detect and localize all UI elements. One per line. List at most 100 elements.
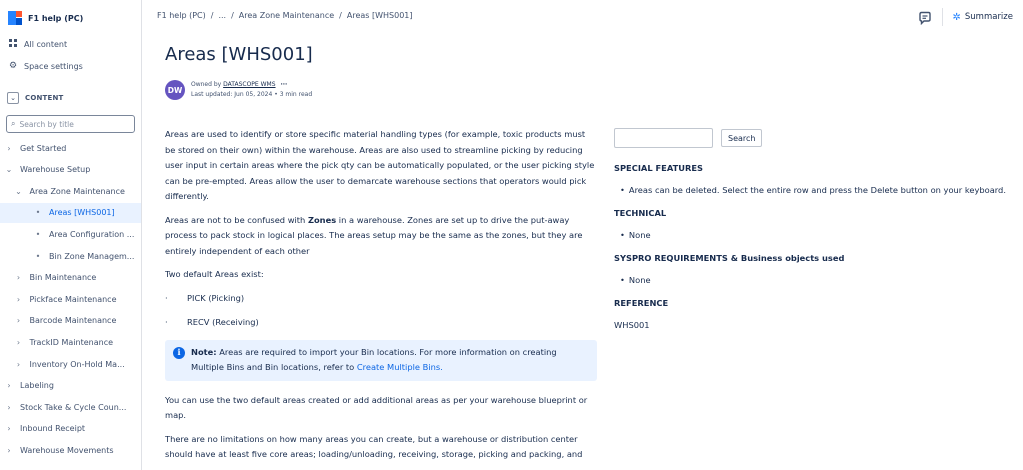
- page-search-input[interactable]: [614, 128, 713, 148]
- sidebar-tree-label: Warehouse Movements: [20, 445, 114, 455]
- section-heading: SYSPRO REQUIREMENTS & Business objects u…: [614, 253, 845, 263]
- breadcrumb-item[interactable]: F1 help (PC): [157, 11, 206, 20]
- chevron-right-icon[interactable]: ›: [4, 424, 14, 433]
- sidebar-tree-item[interactable]: • Area Configuration ...: [0, 224, 141, 244]
- avatar[interactable]: DW: [165, 80, 185, 100]
- text-bold: Zones: [307, 214, 337, 225]
- more-actions-icon[interactable]: ···: [280, 81, 287, 88]
- sidebar-tree-item[interactable]: › Inventory On-Hold Ma...: [0, 354, 141, 374]
- sidebar-tree-label: Get Started: [20, 143, 67, 153]
- sidebar-tree-item[interactable]: › Pickface Maintenance: [0, 289, 141, 309]
- owner-link[interactable]: DATASCOPE WMS: [223, 81, 275, 88]
- sidebar-tree-label: Area Zone Maintenance: [29, 186, 125, 196]
- sidebar-tree-label: TrackID Maintenance: [29, 337, 114, 347]
- search-by-title-input[interactable]: [19, 119, 125, 129]
- sidebar-tree-item[interactable]: › Inbound Receipt: [0, 419, 141, 439]
- bullet-mark: ·: [165, 292, 168, 303]
- content-section-toggle[interactable]: ⌄ CONTENT: [7, 92, 64, 104]
- sidebar: F1 help (PC) All content ⚙ Space setting…: [0, 0, 142, 470]
- sidebar-tree-label: Areas [WHS001]: [49, 208, 115, 218]
- chevron-right-icon[interactable]: ›: [14, 295, 24, 304]
- paragraph: There are no limitations on how many are…: [165, 433, 583, 460]
- list-item-text: RECV (Receiving): [187, 317, 259, 327]
- space-name: F1 help (PC): [28, 13, 84, 23]
- byline-separator: •: [274, 91, 278, 98]
- sidebar-tree-item[interactable]: › Stock Take & Cycle Coun...: [0, 397, 141, 417]
- chevron-right-icon[interactable]: ›: [4, 144, 14, 153]
- chevron-right-icon[interactable]: ›: [14, 360, 24, 369]
- breadcrumb-item[interactable]: Areas [WHS001]: [347, 11, 413, 20]
- sidebar-tree-item[interactable]: › Labeling: [0, 376, 141, 396]
- chevron-right-icon[interactable]: ›: [4, 446, 14, 455]
- list-item-text: None: [628, 275, 651, 285]
- search-button[interactable]: Search: [721, 129, 763, 147]
- right-column: Search SPECIAL FEATURES • Areas can be de…: [614, 128, 1019, 332]
- chevron-right-icon[interactable]: ›: [4, 403, 14, 412]
- page-title: Areas [WHS001]: [165, 44, 313, 65]
- bullet-mark: •: [620, 275, 625, 285]
- chevron-down-icon[interactable]: ⌄: [4, 165, 14, 174]
- list-item: · RECV (Receiving): [165, 315, 597, 331]
- sidebar-tree-label: Area Configuration ...: [49, 229, 135, 239]
- top-actions: ✲ Summarize: [918, 8, 1013, 26]
- sidebar-tree-label: Bin Zone Managem...: [49, 251, 135, 261]
- breadcrumb-item[interactable]: Area Zone Maintenance: [239, 11, 334, 20]
- sidebar-link-space-settings[interactable]: ⚙ Space settings: [8, 59, 83, 73]
- byline: DW Owned by DATASCOPE WMS ··· Last updat…: [165, 80, 312, 100]
- bullet-mark: ·: [165, 317, 168, 327]
- breadcrumb-separator: /: [339, 11, 342, 20]
- sidebar-tree-item[interactable]: • Bin Zone Managem...: [0, 246, 141, 266]
- summarize-button[interactable]: ✲ Summarize: [941, 8, 1013, 26]
- page-search: Search: [614, 128, 1019, 148]
- sidebar-link-all-content[interactable]: All content: [8, 37, 67, 51]
- read-time: 3 min read: [279, 91, 313, 98]
- chevron-right-icon[interactable]: ›: [14, 316, 24, 325]
- list-item: • None: [614, 228, 1019, 242]
- breadcrumb-ellipsis[interactable]: ...: [218, 11, 226, 20]
- sidebar-tree-item[interactable]: • Areas [WHS001]: [0, 202, 141, 223]
- bullet-mark: •: [620, 230, 625, 240]
- paragraph: Areas are not to be confused with Zones …: [165, 213, 597, 260]
- chevron-right-icon[interactable]: ›: [14, 338, 24, 347]
- bullet-icon: •: [35, 251, 41, 261]
- create-multiple-bins-link[interactable]: Create Multiple Bins.: [357, 362, 443, 372]
- list-item: • Areas can be deleted. Select the entire…: [614, 183, 1019, 197]
- owned-by-prefix: Owned by: [191, 81, 224, 88]
- sidebar-tree-item[interactable]: › Bin Maintenance: [0, 268, 141, 288]
- sidebar-tree-label: Warehouse Setup: [20, 165, 91, 175]
- space-header[interactable]: F1 help (PC): [8, 8, 83, 28]
- breadcrumb: F1 help (PC) / ... / Area Zone Maintenan…: [157, 11, 413, 20]
- text-run: Areas are not to be confused with: [165, 214, 308, 225]
- chevron-right-icon[interactable]: ›: [14, 273, 24, 282]
- list-item-text: PICK (Picking): [187, 292, 245, 303]
- sparkle-icon: ✲: [952, 11, 961, 23]
- sidebar-tree-label: Inventory On-Hold Ma...: [29, 359, 125, 369]
- paragraph: Two default Areas exist:: [165, 269, 264, 279]
- list-item: • None: [614, 273, 1019, 287]
- space-logo-icon: [8, 11, 22, 25]
- comment-icon[interactable]: [918, 10, 932, 26]
- sidebar-tree-item[interactable]: ⌄ Warehouse Setup: [0, 160, 141, 180]
- section-heading: TECHNICAL: [614, 208, 667, 218]
- list-item-text: Areas can be deleted. Select the entire …: [628, 185, 1006, 195]
- section-heading: REFERENCE: [614, 298, 669, 308]
- list-item-text: None: [628, 230, 651, 240]
- content-label: CONTENT: [25, 94, 64, 102]
- sidebar-tree-item[interactable]: › Warehouse Movements: [0, 440, 141, 460]
- chevron-right-icon[interactable]: ›: [4, 381, 14, 390]
- sidebar-tree-item[interactable]: › TrackID Maintenance: [0, 332, 141, 352]
- sidebar-tree-item[interactable]: › Get Started: [0, 138, 141, 158]
- list-item: · PICK (Picking): [165, 291, 597, 307]
- summarize-label: Summarize: [964, 12, 1013, 22]
- page-body: Areas are used to identify or store spec…: [165, 127, 597, 470]
- info-icon: i: [173, 346, 185, 359]
- grid-icon: [8, 38, 18, 50]
- bullet-icon: •: [35, 208, 41, 218]
- reference-value: WHS001: [614, 320, 650, 330]
- sidebar-tree-item[interactable]: ⌄ Area Zone Maintenance: [0, 181, 141, 201]
- sidebar-tree-item[interactable]: › Barcode Maintenance: [0, 311, 141, 331]
- sidebar-tree-label: Pickface Maintenance: [29, 294, 117, 304]
- chevron-down-icon[interactable]: ⌄: [14, 187, 24, 196]
- last-updated: Last updated: Jun 05, 2024: [191, 91, 273, 98]
- paragraph: You can use the two default areas create…: [165, 394, 588, 421]
